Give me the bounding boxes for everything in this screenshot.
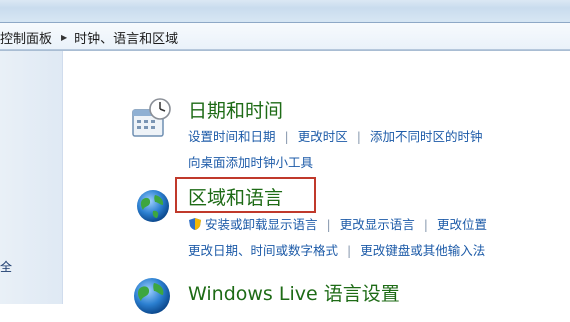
change-date-time-number-format-link[interactable]: 更改日期、时间或数字格式 bbox=[188, 243, 338, 258]
link-separator: | bbox=[326, 217, 331, 232]
install-display-language-link[interactable]: 安装或卸载显示语言 bbox=[205, 217, 318, 232]
left-nav-item[interactable]: 全 bbox=[0, 258, 12, 275]
breadcrumb-clock-language-region[interactable]: 时钟、语言和区域 bbox=[74, 28, 178, 47]
link-separator: | bbox=[347, 243, 352, 258]
shield-icon bbox=[188, 217, 202, 231]
calendar-clock-icon bbox=[130, 97, 174, 141]
breadcrumb-control-panel[interactable]: 控制面板 bbox=[0, 28, 52, 47]
link-separator: | bbox=[356, 129, 361, 144]
category-title-region-language[interactable]: 区域和语言 bbox=[188, 183, 283, 210]
region-language-links-row-2: 更改日期、时间或数字格式 | 更改键盘或其他输入法 bbox=[188, 240, 485, 259]
globe-icon bbox=[130, 274, 174, 318]
breadcrumb: 控制面板 ▶ 时钟、语言和区域 bbox=[0, 28, 178, 47]
category-title-date-time[interactable]: 日期和时间 bbox=[188, 96, 283, 123]
category-title-windows-live-language[interactable]: Windows Live 语言设置 bbox=[188, 279, 400, 306]
set-time-date-link[interactable]: 设置时间和日期 bbox=[188, 129, 276, 144]
date-time-links-row-1: 设置时间和日期 | 更改时区 | 添加不同时区的时钟 bbox=[188, 126, 482, 145]
change-keyboard-input-link[interactable]: 更改键盘或其他输入法 bbox=[360, 243, 485, 258]
change-timezone-link[interactable]: 更改时区 bbox=[298, 129, 348, 144]
link-separator: | bbox=[423, 217, 428, 232]
change-display-language-link[interactable]: 更改显示语言 bbox=[340, 217, 415, 232]
link-separator: | bbox=[284, 129, 289, 144]
add-clocks-link[interactable]: 添加不同时区的时钟 bbox=[370, 129, 483, 144]
date-time-links-row-2: 向桌面添加时钟小工具 bbox=[188, 152, 313, 171]
region-language-links-row-1: 安装或卸载显示语言 | 更改显示语言 | 更改位置 bbox=[188, 214, 487, 233]
address-bar: 控制面板 ▶ 时钟、语言和区域 bbox=[0, 0, 570, 51]
breadcrumb-arrow-icon[interactable]: ▶ bbox=[61, 33, 67, 42]
globe-icon bbox=[133, 186, 173, 226]
change-location-link[interactable]: 更改位置 bbox=[437, 217, 487, 232]
add-clock-gadget-link[interactable]: 向桌面添加时钟小工具 bbox=[188, 155, 313, 170]
